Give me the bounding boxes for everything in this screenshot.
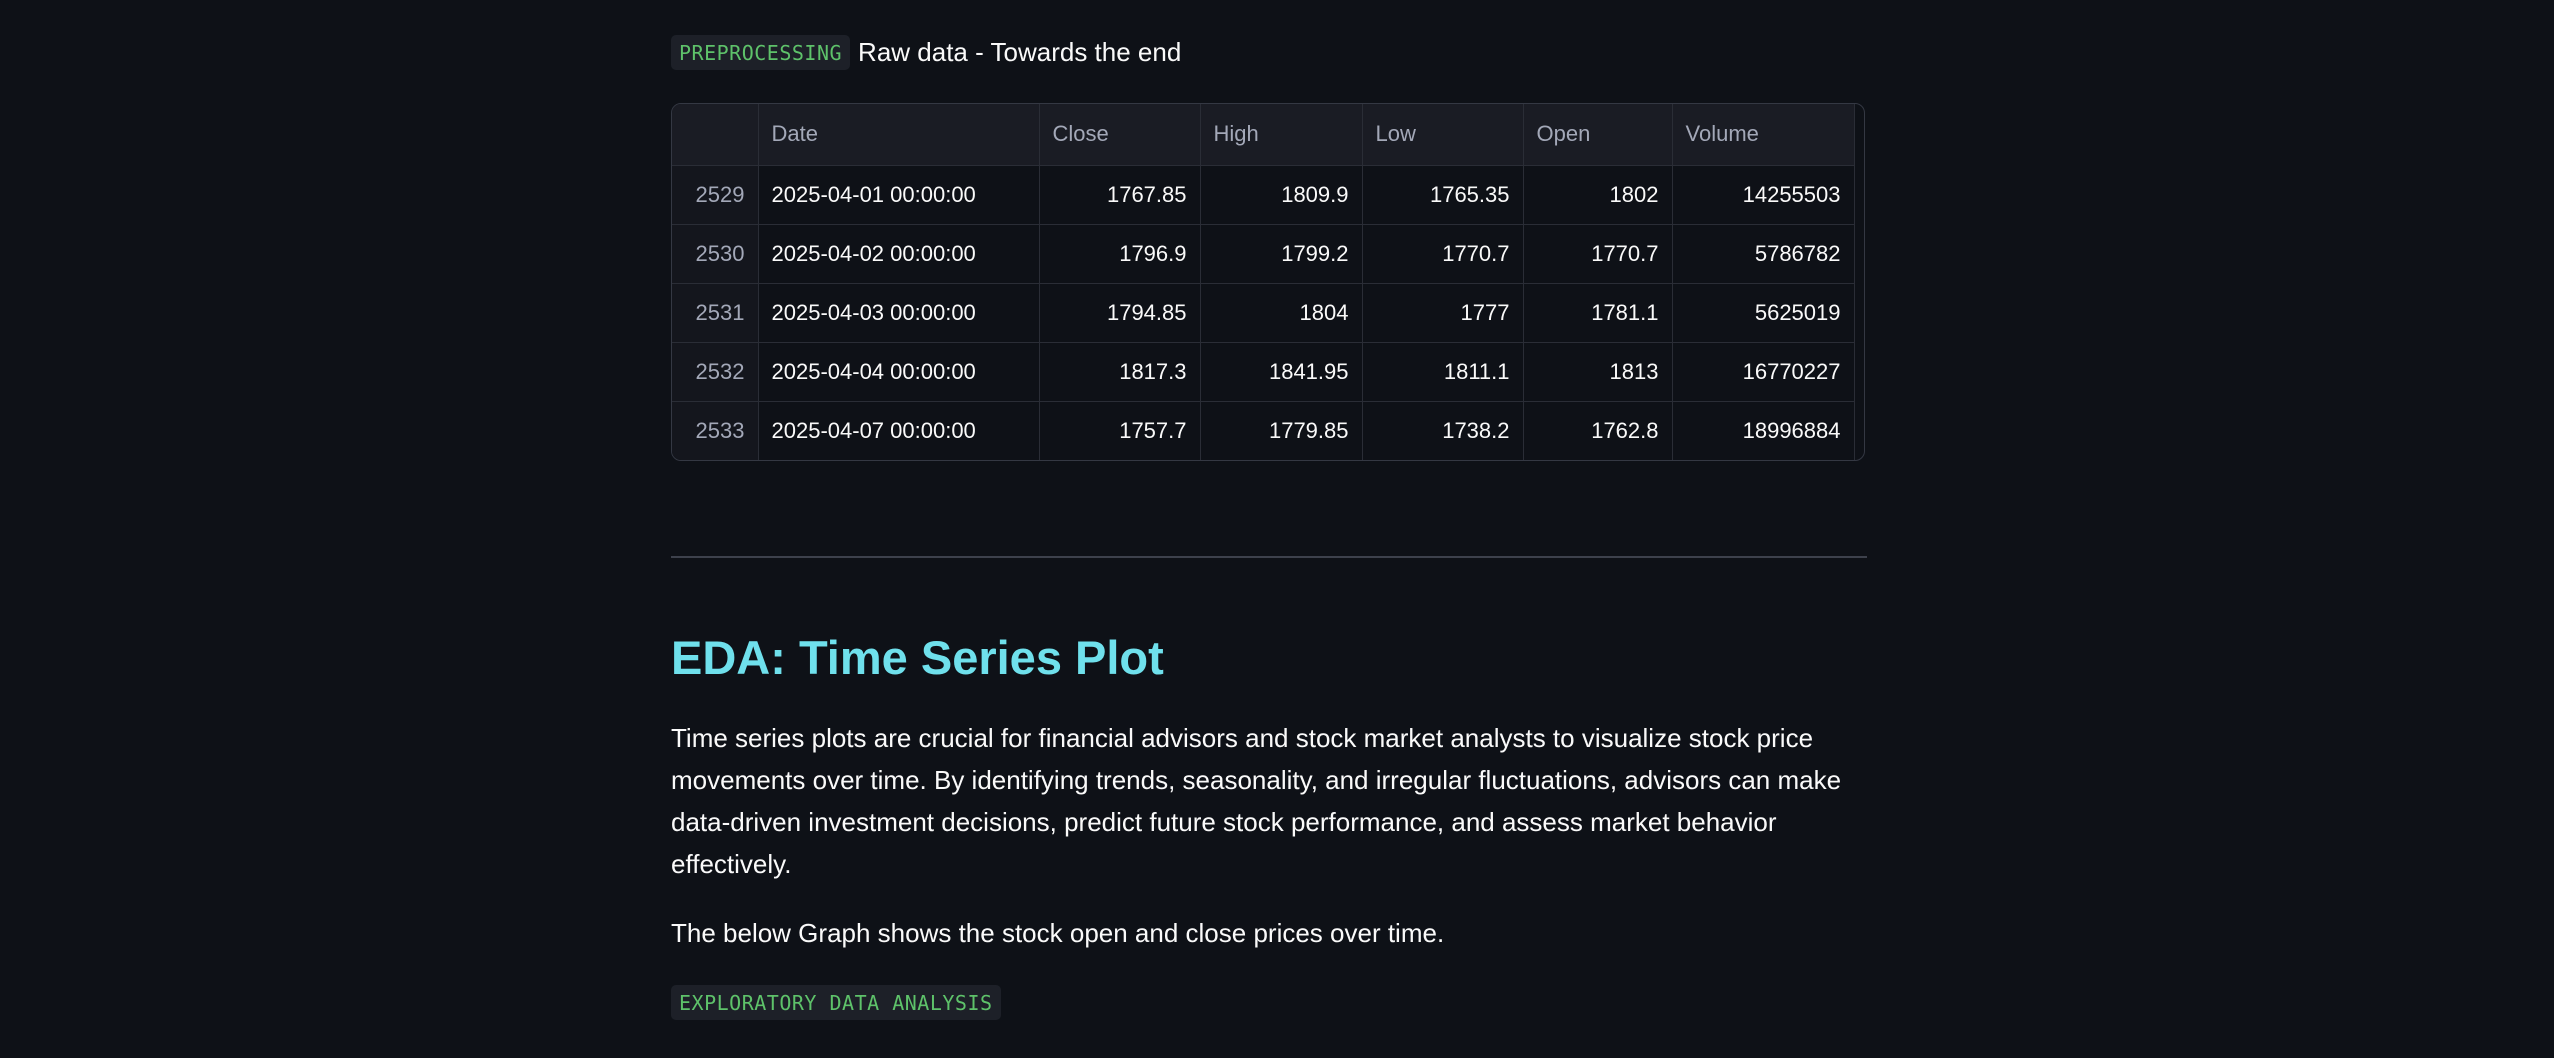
- low-cell[interactable]: 1738.2: [1362, 401, 1524, 460]
- table-row: 2530 2025-04-02 00:00:00 1796.9 1799.2 1…: [672, 224, 1855, 284]
- date-cell[interactable]: 2025-04-01 00:00:00: [758, 165, 1040, 225]
- close-cell[interactable]: 1794.85: [1039, 283, 1201, 343]
- date-cell[interactable]: 2025-04-03 00:00:00: [758, 283, 1040, 343]
- close-cell[interactable]: 1767.85: [1039, 165, 1201, 225]
- section-divider: [671, 556, 1867, 558]
- raw-data-table[interactable]: Date Close High Low Open Volume 2529 202…: [671, 103, 1865, 461]
- column-header-open[interactable]: Open: [1523, 104, 1673, 166]
- row-index-cell[interactable]: 2530: [672, 224, 759, 284]
- row-index-cell[interactable]: 2532: [672, 342, 759, 402]
- table-row: 2532 2025-04-04 00:00:00 1817.3 1841.95 …: [672, 342, 1855, 402]
- date-cell[interactable]: 2025-04-02 00:00:00: [758, 224, 1040, 284]
- table-row: 2529 2025-04-01 00:00:00 1767.85 1809.9 …: [672, 165, 1855, 225]
- high-cell[interactable]: 1779.85: [1200, 401, 1363, 460]
- column-header-high[interactable]: High: [1200, 104, 1363, 166]
- column-header-low[interactable]: Low: [1362, 104, 1524, 166]
- open-cell[interactable]: 1781.1: [1523, 283, 1673, 343]
- column-header-volume[interactable]: Volume: [1672, 104, 1855, 166]
- column-header-close[interactable]: Close: [1039, 104, 1201, 166]
- volume-cell[interactable]: 16770227: [1672, 342, 1855, 402]
- row-index-cell[interactable]: 2533: [672, 401, 759, 460]
- table-header-row: Date Close High Low Open Volume: [672, 104, 1855, 166]
- close-cell[interactable]: 1796.9: [1039, 224, 1201, 284]
- graph-intro-text: The below Graph shows the stock open and…: [671, 918, 1445, 948]
- open-cell[interactable]: 1802: [1523, 165, 1673, 225]
- low-cell[interactable]: 1777: [1362, 283, 1524, 343]
- low-cell[interactable]: 1811.1: [1362, 342, 1524, 402]
- row-index-cell[interactable]: 2529: [672, 165, 759, 225]
- high-cell[interactable]: 1841.95: [1200, 342, 1363, 402]
- data-grid: Date Close High Low Open Volume 2529 202…: [672, 104, 1855, 460]
- preprocessing-badge: PREPROCESSING: [671, 35, 851, 70]
- volume-cell[interactable]: 18996884: [1672, 401, 1855, 460]
- raw-data-title: Raw data - Towards the end: [858, 37, 1182, 67]
- column-header-index[interactable]: [672, 104, 759, 166]
- high-cell[interactable]: 1799.2: [1200, 224, 1363, 284]
- high-cell[interactable]: 1804: [1200, 283, 1363, 343]
- row-index-cell[interactable]: 2531: [672, 283, 759, 343]
- volume-cell[interactable]: 5786782: [1672, 224, 1855, 284]
- volume-cell[interactable]: 5625019: [1672, 283, 1855, 343]
- low-cell[interactable]: 1770.7: [1362, 224, 1524, 284]
- eda-badge: EXPLORATORY DATA ANALYSIS: [671, 985, 1001, 1020]
- close-cell[interactable]: 1757.7: [1039, 401, 1201, 460]
- close-cell[interactable]: 1817.3: [1039, 342, 1201, 402]
- open-cell[interactable]: 1770.7: [1523, 224, 1673, 284]
- table-row: 2531 2025-04-03 00:00:00 1794.85 1804 17…: [672, 283, 1855, 343]
- eda-description: Time series plots are crucial for financ…: [671, 723, 1842, 879]
- volume-cell[interactable]: 14255503: [1672, 165, 1855, 225]
- table-row: 2533 2025-04-07 00:00:00 1757.7 1779.85 …: [672, 401, 1855, 460]
- eda-heading: EDA: Time Series Plot: [671, 631, 1164, 684]
- column-header-date[interactable]: Date: [758, 104, 1040, 166]
- date-cell[interactable]: 2025-04-07 00:00:00: [758, 401, 1040, 460]
- open-cell[interactable]: 1762.8: [1523, 401, 1673, 460]
- low-cell[interactable]: 1765.35: [1362, 165, 1524, 225]
- preprocessing-header: PREPROCESSING Raw data - Towards the end: [671, 35, 1181, 70]
- date-cell[interactable]: 2025-04-04 00:00:00: [758, 342, 1040, 402]
- high-cell[interactable]: 1809.9: [1200, 165, 1363, 225]
- open-cell[interactable]: 1813: [1523, 342, 1673, 402]
